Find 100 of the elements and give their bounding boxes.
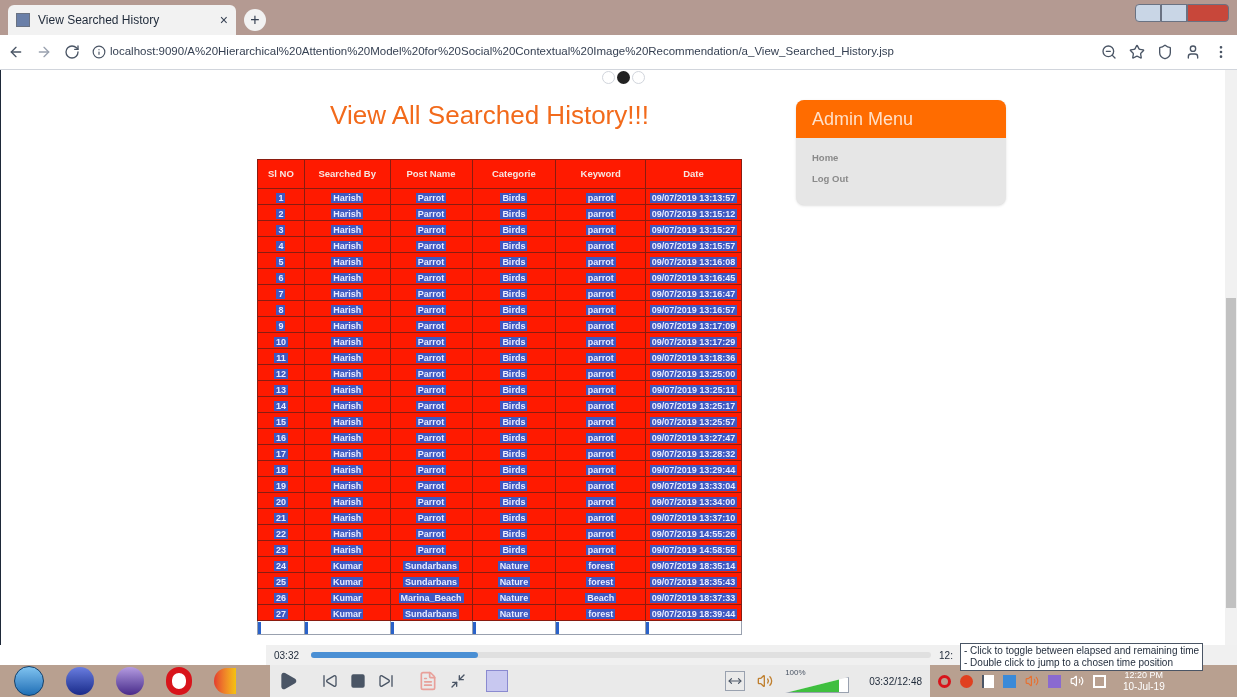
table-cell: Harish: [331, 464, 364, 475]
table-cell: Parrot: [415, 544, 447, 555]
table-cell: 4: [276, 240, 286, 251]
table-cell: parrot: [585, 544, 616, 555]
table-cell: parrot: [585, 512, 616, 523]
total-time[interactable]: 12:: [939, 647, 953, 663]
table-cell: Harish: [331, 384, 364, 395]
table-cell: Parrot: [415, 448, 447, 459]
tooltip-line: - Double click to jump to a chosen time position: [964, 657, 1174, 669]
table-cell: Harish: [331, 432, 364, 443]
table-cell: Birds: [500, 448, 528, 459]
table-cell: Birds: [500, 416, 528, 427]
table-cell: Nature: [497, 592, 531, 603]
bookmark-star-icon[interactable]: [1129, 44, 1145, 60]
resize-icon[interactable]: [725, 671, 746, 691]
profile-icon[interactable]: [1185, 44, 1201, 60]
table-cell: Birds: [500, 464, 528, 475]
table-cell: parrot: [585, 352, 616, 363]
forward-icon[interactable]: [36, 44, 52, 60]
table-cell: 26: [273, 592, 288, 603]
scrollbar-thumb[interactable]: [1226, 298, 1236, 608]
column-header: Post Name: [390, 159, 472, 189]
table-cell: Marina_Beach: [398, 592, 464, 603]
circle-app-icon[interactable]: [214, 668, 236, 694]
table-cell: 09/07/2019 13:27:47: [649, 432, 738, 443]
globe-app-icon[interactable]: [66, 667, 94, 695]
input-field[interactable]: [646, 621, 741, 634]
table-cell: forest: [586, 608, 616, 619]
sphere-app-icon[interactable]: [116, 667, 144, 695]
table-cell: parrot: [585, 240, 616, 251]
table-cell: parrot: [585, 480, 616, 491]
table-cell: parrot: [585, 528, 616, 539]
table-cell: Parrot: [415, 400, 447, 411]
table-cell: parrot: [585, 336, 616, 347]
address-field[interactable]: localhost:9090/A%20Hierarchical%20Attention%20Model%20for%20Social%20Contextual%20Image%20Recommendation/a_View_Searched_History.jsp: [92, 43, 1089, 61]
muted-speaker-icon[interactable]: [1070, 674, 1084, 688]
maximize-button[interactable]: [1161, 4, 1187, 22]
table-cell: 22: [273, 528, 288, 539]
column-header: Date: [645, 159, 742, 189]
table-cell: Harish: [331, 288, 364, 299]
table-cell: Harish: [331, 512, 364, 523]
table-cell: 5: [276, 256, 286, 267]
seek-track[interactable]: [311, 652, 932, 658]
table-cell: 23: [273, 544, 288, 555]
table-cell: 09/07/2019 13:25:00: [649, 368, 738, 379]
play-icon[interactable]: [278, 671, 298, 691]
table-cell: Parrot: [415, 528, 447, 539]
table-cell: Parrot: [415, 336, 447, 347]
input-field[interactable]: [556, 621, 645, 634]
table-cell: Birds: [500, 208, 528, 219]
input-field[interactable]: [258, 621, 304, 634]
fullscreen-icon[interactable]: [450, 673, 466, 689]
input-field[interactable]: [304, 621, 390, 634]
table-cell: 09/07/2019 18:37:33: [649, 592, 738, 603]
start-button[interactable]: [14, 666, 44, 696]
elapsed-time[interactable]: 03:32: [274, 647, 300, 663]
table-cell: 12: [273, 368, 288, 379]
table-cell: 27: [273, 608, 288, 619]
input-field[interactable]: [472, 621, 556, 634]
table-cell: 09/07/2019 13:37:10: [649, 512, 738, 523]
table-cell: parrot: [585, 320, 616, 331]
scrollbar[interactable]: [1225, 70, 1237, 645]
reload-icon[interactable]: [64, 44, 80, 60]
table-cell: Kumar: [330, 560, 364, 571]
speaker-icon[interactable]: [757, 673, 774, 689]
table-cell: Birds: [500, 528, 528, 539]
previous-icon[interactable]: [322, 673, 338, 689]
table-cell: Birds: [500, 224, 528, 235]
table-cell: 19: [273, 480, 288, 491]
zoom-icon[interactable]: [1101, 44, 1117, 60]
table-cell: Birds: [500, 320, 528, 331]
table-cell: Harish: [331, 304, 364, 315]
close-tab-button[interactable]: ×: [219, 9, 228, 31]
table-cell: Kumar: [330, 608, 364, 619]
table-cell: 09/07/2019 13:28:32: [649, 448, 738, 459]
table-cell: Harish: [331, 208, 364, 219]
table-cell: Parrot: [415, 240, 447, 251]
table-cell: Birds: [500, 384, 528, 395]
next-icon[interactable]: [378, 673, 394, 689]
table-cell: parrot: [585, 208, 616, 219]
clock-time: 12:20 PM: [1124, 670, 1164, 680]
back-icon[interactable]: [8, 44, 24, 60]
shield-icon[interactable]: [1157, 44, 1173, 60]
table-cell: Parrot: [415, 432, 447, 443]
table-cell: Parrot: [415, 288, 447, 299]
table-cell: Parrot: [415, 512, 447, 523]
table-cell: Harish: [331, 400, 364, 411]
clock-date: 10-Jul-19: [1123, 681, 1165, 692]
input-field[interactable]: [390, 621, 472, 634]
table-cell: 09/07/2019 13:29:44: [649, 464, 738, 475]
table-cell: Parrot: [415, 368, 447, 379]
table-cell: Harish: [331, 272, 364, 283]
time-display[interactable]: 03:32/12:48: [869, 673, 922, 689]
minimize-button[interactable]: [1135, 4, 1161, 22]
ring-app-icon[interactable]: [166, 667, 192, 695]
stop-icon[interactable]: [350, 673, 366, 689]
table-cell: 9: [276, 320, 286, 331]
table-cell: 09/07/2019 18:39:44: [649, 608, 738, 619]
new-tab-button[interactable]: +: [244, 9, 266, 31]
browser-tab[interactable]: View Searched History ×: [8, 5, 236, 35]
